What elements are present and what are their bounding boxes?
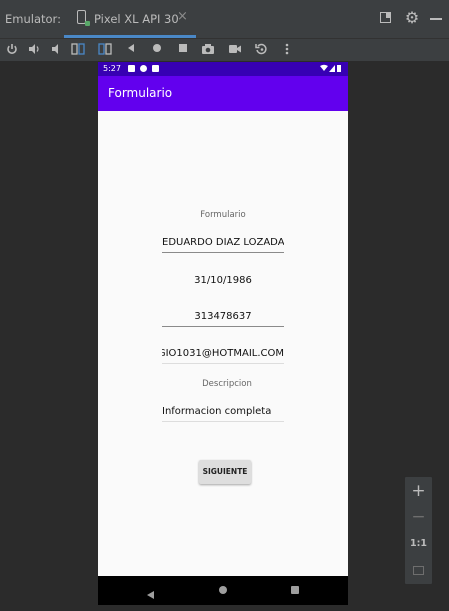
description-field[interactable]: Informacion completa: [162, 404, 284, 422]
field-underline: [162, 252, 284, 253]
gear-icon[interactable]: ⚙: [404, 10, 420, 26]
emulator-title: Emulator:: [5, 12, 61, 26]
rotate-right-icon[interactable]: [96, 41, 114, 59]
device-tab[interactable]: Pixel XL API 30 ×: [64, 0, 196, 38]
notification-icon: [128, 65, 135, 72]
notification-icon: [152, 65, 159, 72]
minimize-icon[interactable]: [429, 10, 445, 26]
volume-up-icon[interactable]: [25, 41, 43, 59]
field-underline: [162, 421, 284, 422]
status-bar: 5:27: [98, 62, 348, 76]
fit-screen-icon: [413, 566, 424, 575]
status-right-icons: [319, 64, 343, 75]
home-icon[interactable]: [148, 41, 166, 59]
active-tab-indicator: [64, 35, 196, 38]
notification-icon: [140, 65, 147, 72]
phone-value: 313478637: [194, 311, 252, 322]
field-underline: [162, 326, 284, 327]
field-underline: [162, 363, 284, 364]
birth-date-field[interactable]: 31/10/1986: [162, 273, 284, 291]
wifi-signal-battery-icon: [320, 64, 341, 72]
close-icon[interactable]: ×: [177, 9, 188, 24]
overview-icon[interactable]: [174, 41, 192, 59]
app-title: Formulario: [108, 86, 173, 100]
form-header-label: Formulario: [200, 210, 246, 220]
birth-date-value: 31/10/1986: [194, 275, 252, 286]
phone-icon: [77, 10, 90, 26]
nav-recents-icon[interactable]: [291, 586, 299, 594]
more-icon[interactable]: [278, 41, 296, 59]
volume-down-icon[interactable]: [47, 41, 65, 59]
rotate-left-icon[interactable]: [69, 41, 87, 59]
phone-screen[interactable]: 5:27 Formulario Formulario EDUARDO DIAZ …: [98, 62, 348, 605]
back-icon[interactable]: [122, 41, 140, 59]
device-tab-label: Pixel XL API 30: [94, 12, 179, 26]
nav-back-icon[interactable]: [146, 585, 155, 604]
name-value: EDUARDO DIAZ LOZADA: [162, 237, 284, 248]
phone-field[interactable]: 313478637: [162, 309, 284, 327]
snapshot-icon[interactable]: [252, 41, 270, 59]
name-field[interactable]: EDUARDO DIAZ LOZADA: [162, 235, 284, 253]
email-value: GIO1031@HOTMAIL.COM: [162, 348, 284, 359]
nav-home-icon[interactable]: [219, 586, 227, 594]
emulator-toolbar: [0, 39, 449, 61]
actual-size-button[interactable]: 1:1: [405, 533, 432, 555]
description-label: Descripcion: [202, 379, 252, 389]
description-value: Informacion completa: [162, 406, 272, 417]
zoom-out-button[interactable]: −: [405, 506, 432, 528]
app-bar: Formulario: [98, 76, 348, 111]
restore-icon[interactable]: [379, 10, 395, 26]
zoom-in-button[interactable]: +: [405, 480, 432, 502]
power-icon[interactable]: [3, 41, 21, 59]
screenshot-icon[interactable]: [199, 41, 217, 59]
email-field[interactable]: GIO1031@HOTMAIL.COM: [162, 346, 284, 364]
zoom-panel: + − 1:1: [404, 476, 433, 585]
screen-record-icon[interactable]: [226, 41, 244, 59]
fit-screen-button[interactable]: [405, 559, 432, 581]
emulator-tab-bar: Emulator: Pixel XL API 30 × ⚙: [0, 0, 449, 39]
navigation-bar: [98, 576, 348, 605]
status-time: 5:27: [103, 64, 121, 73]
next-button[interactable]: SIGUIENTE: [199, 460, 251, 484]
